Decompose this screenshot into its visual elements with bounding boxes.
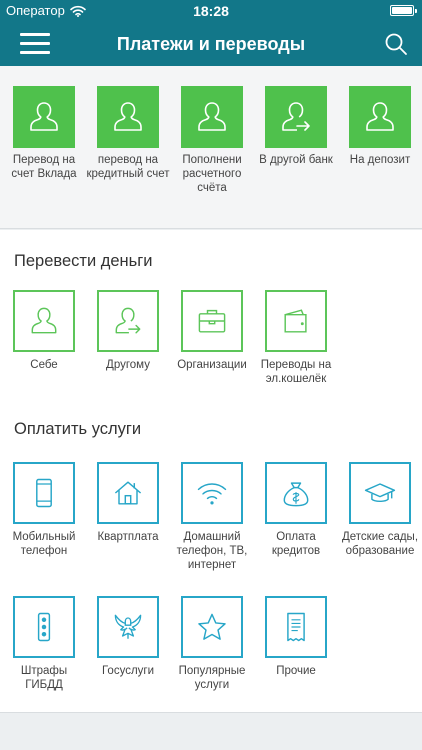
- person-icon: [349, 86, 411, 148]
- graduation-cap-icon: [349, 462, 411, 524]
- search-icon[interactable]: [384, 32, 408, 56]
- payment-rent[interactable]: Квартплата: [86, 462, 170, 544]
- quick-action-label: Пополнени расчетного счёта: [182, 154, 242, 194]
- money-bag-icon: [265, 462, 327, 524]
- wallet-icon: [265, 290, 327, 352]
- quick-action-to-deposit[interactable]: На депозит: [338, 86, 422, 167]
- payment-mobile[interactable]: Мобильный телефон: [2, 462, 86, 558]
- payment-label: Госуслуги: [101, 665, 155, 677]
- briefcase-icon: [181, 290, 243, 352]
- status-bar: Оператор 18:28: [0, 0, 422, 22]
- payment-popular[interactable]: Популярные услуги: [170, 596, 254, 692]
- receipt-icon: [265, 596, 327, 658]
- quick-action-deposit-account[interactable]: Перевод на счет Вклада: [2, 86, 86, 181]
- section-title-transfer: Перевести деньги: [14, 252, 153, 270]
- person-icon: [13, 290, 75, 352]
- payment-loans[interactable]: Оплата кредитов: [254, 462, 338, 558]
- star-icon: [181, 596, 243, 658]
- transfer-organization[interactable]: Организации: [170, 290, 254, 372]
- payment-label: Квартплата: [97, 531, 159, 543]
- battery-icon: [390, 5, 417, 16]
- transfer-label: Другому: [106, 359, 150, 371]
- transfer-other-person[interactable]: Другому: [86, 290, 170, 372]
- quick-action-label: Перевод на счет Вклада: [11, 154, 77, 180]
- payment-label: Оплата кредитов: [271, 531, 321, 557]
- quick-actions-panel: Перевод на счет Вклада перевод на кредит…: [0, 66, 422, 229]
- payment-label: Детские сады, образование: [341, 531, 419, 557]
- payment-label: Домашний телефон, ТВ, интернет: [176, 531, 248, 571]
- status-time: 18:28: [193, 3, 229, 19]
- payment-gov-services[interactable]: Госуслуги: [86, 596, 170, 678]
- header: Платежи и переводы: [0, 22, 422, 66]
- quick-action-current-account[interactable]: Пополнени расчетного счёта: [170, 86, 254, 195]
- payment-label: Штрафы ГИБДД: [20, 665, 68, 691]
- section-title-payments: Оплатить услуги: [14, 420, 142, 438]
- payment-other[interactable]: Прочие: [254, 596, 338, 678]
- payment-label: Мобильный телефон: [12, 531, 76, 557]
- payment-home-phone-tv-internet[interactable]: Домашний телефон, ТВ, интернет: [170, 462, 254, 572]
- person-icon: [97, 86, 159, 148]
- transfer-label: Переводы на эл.кошелёк: [260, 359, 332, 385]
- person-transfer-icon: [97, 290, 159, 352]
- traffic-light-icon: [13, 596, 75, 658]
- transfer-e-wallet[interactable]: Переводы на эл.кошелёк: [254, 290, 338, 386]
- wifi-icon: [181, 462, 243, 524]
- house-icon: [97, 462, 159, 524]
- phone-icon: [13, 462, 75, 524]
- page-title: Платежи и переводы: [116, 34, 306, 54]
- payment-traffic-fines[interactable]: Штрафы ГИБДД: [2, 596, 86, 692]
- transfer-label: Организации: [177, 359, 247, 371]
- quick-action-other-bank[interactable]: В другой банк: [254, 86, 338, 167]
- transfer-self[interactable]: Себе: [2, 290, 86, 372]
- payment-label: Прочие: [276, 665, 316, 677]
- quick-action-label: В другой банк: [259, 154, 333, 166]
- eagle-emblem-icon: [97, 596, 159, 658]
- person-transfer-icon: [265, 86, 327, 148]
- main-content: Перевести деньги Себе Другому Организаци…: [0, 230, 422, 712]
- payment-label: Популярные услуги: [178, 665, 246, 691]
- menu-icon[interactable]: [20, 33, 50, 55]
- payment-education[interactable]: Детские сады, образование: [338, 462, 422, 558]
- quick-action-label: На депозит: [349, 154, 411, 166]
- quick-action-credit-account[interactable]: перевод на кредитный счет: [86, 86, 170, 181]
- bottom-area: [0, 712, 422, 750]
- quick-action-label: перевод на кредитный счет: [86, 154, 170, 180]
- transfer-label: Себе: [30, 359, 58, 371]
- person-icon: [181, 86, 243, 148]
- person-icon: [13, 86, 75, 148]
